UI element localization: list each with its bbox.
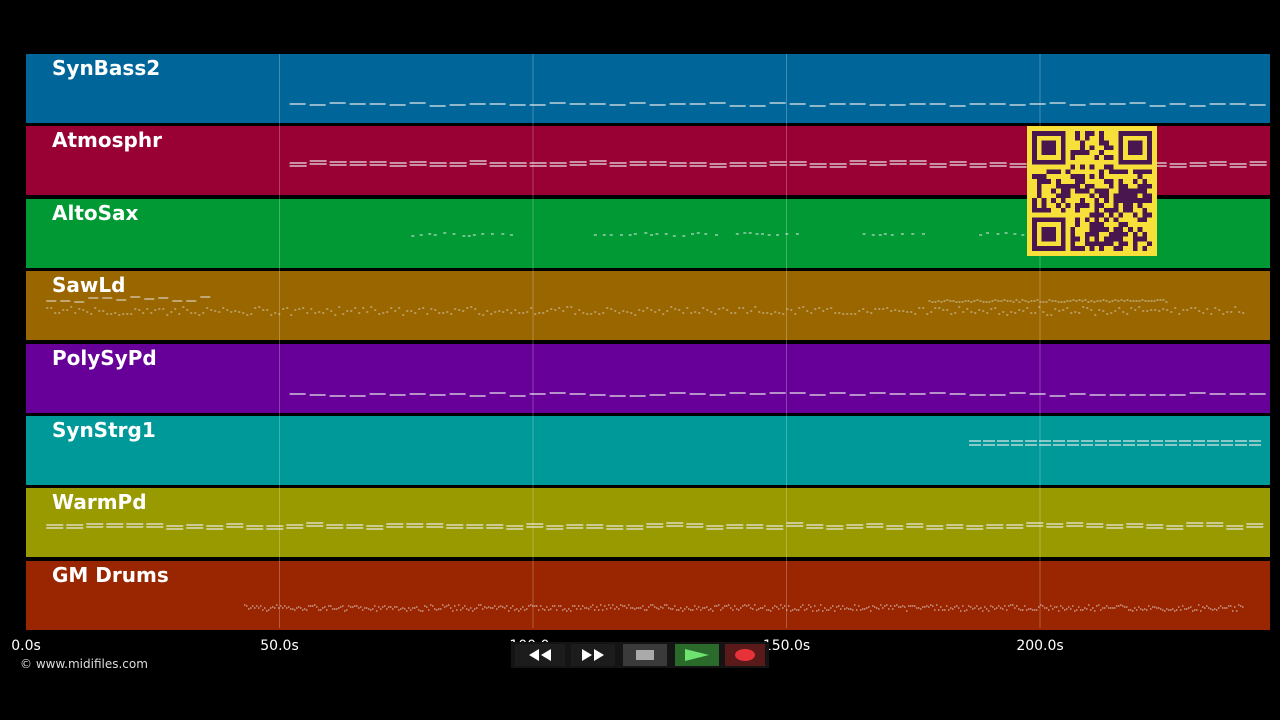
track-lane[interactable]: PolySyPd (26, 343, 1270, 413)
tick-label: 200.0s (1016, 638, 1064, 654)
tick-label: 50.0s (260, 638, 299, 654)
tick-label: 150.0s (762, 638, 811, 654)
note-sequence (244, 604, 1244, 612)
stop-icon (636, 650, 654, 660)
note-sequence (46, 296, 1245, 316)
record-button[interactable] (725, 644, 765, 666)
note-sequence (969, 440, 1262, 446)
note-sequence (289, 391, 1266, 397)
note-sequence (46, 522, 1264, 530)
transport-controls (511, 642, 769, 668)
note-sequence (289, 102, 1266, 107)
track-lane[interactable]: SynStrg1 (26, 416, 1270, 485)
track-lane[interactable]: SawLd (26, 271, 1270, 341)
stop-button[interactable] (623, 644, 667, 666)
track-lane[interactable]: WarmPd (26, 488, 1270, 558)
play-button[interactable] (675, 644, 719, 666)
fast-forward-button[interactable] (571, 644, 615, 666)
qr-code (1027, 126, 1157, 256)
record-icon (735, 649, 755, 661)
play-icon (685, 649, 709, 661)
track-lane[interactable]: SynBass2 (26, 54, 1270, 123)
track-lane[interactable]: GM Drums (26, 560, 1270, 630)
tick-label: 0.0s (11, 638, 41, 654)
rewind-button[interactable] (515, 644, 565, 666)
copyright-text: © www.midifiles.com (20, 657, 148, 671)
qr-code-icon (1032, 131, 1152, 251)
track-lanes: SynBass2 Atmosphr AltoSax SawLd PolySyPd SynS… (0, 0, 1280, 720)
fast-forward-icon (582, 649, 604, 661)
rewind-icon (529, 649, 551, 661)
